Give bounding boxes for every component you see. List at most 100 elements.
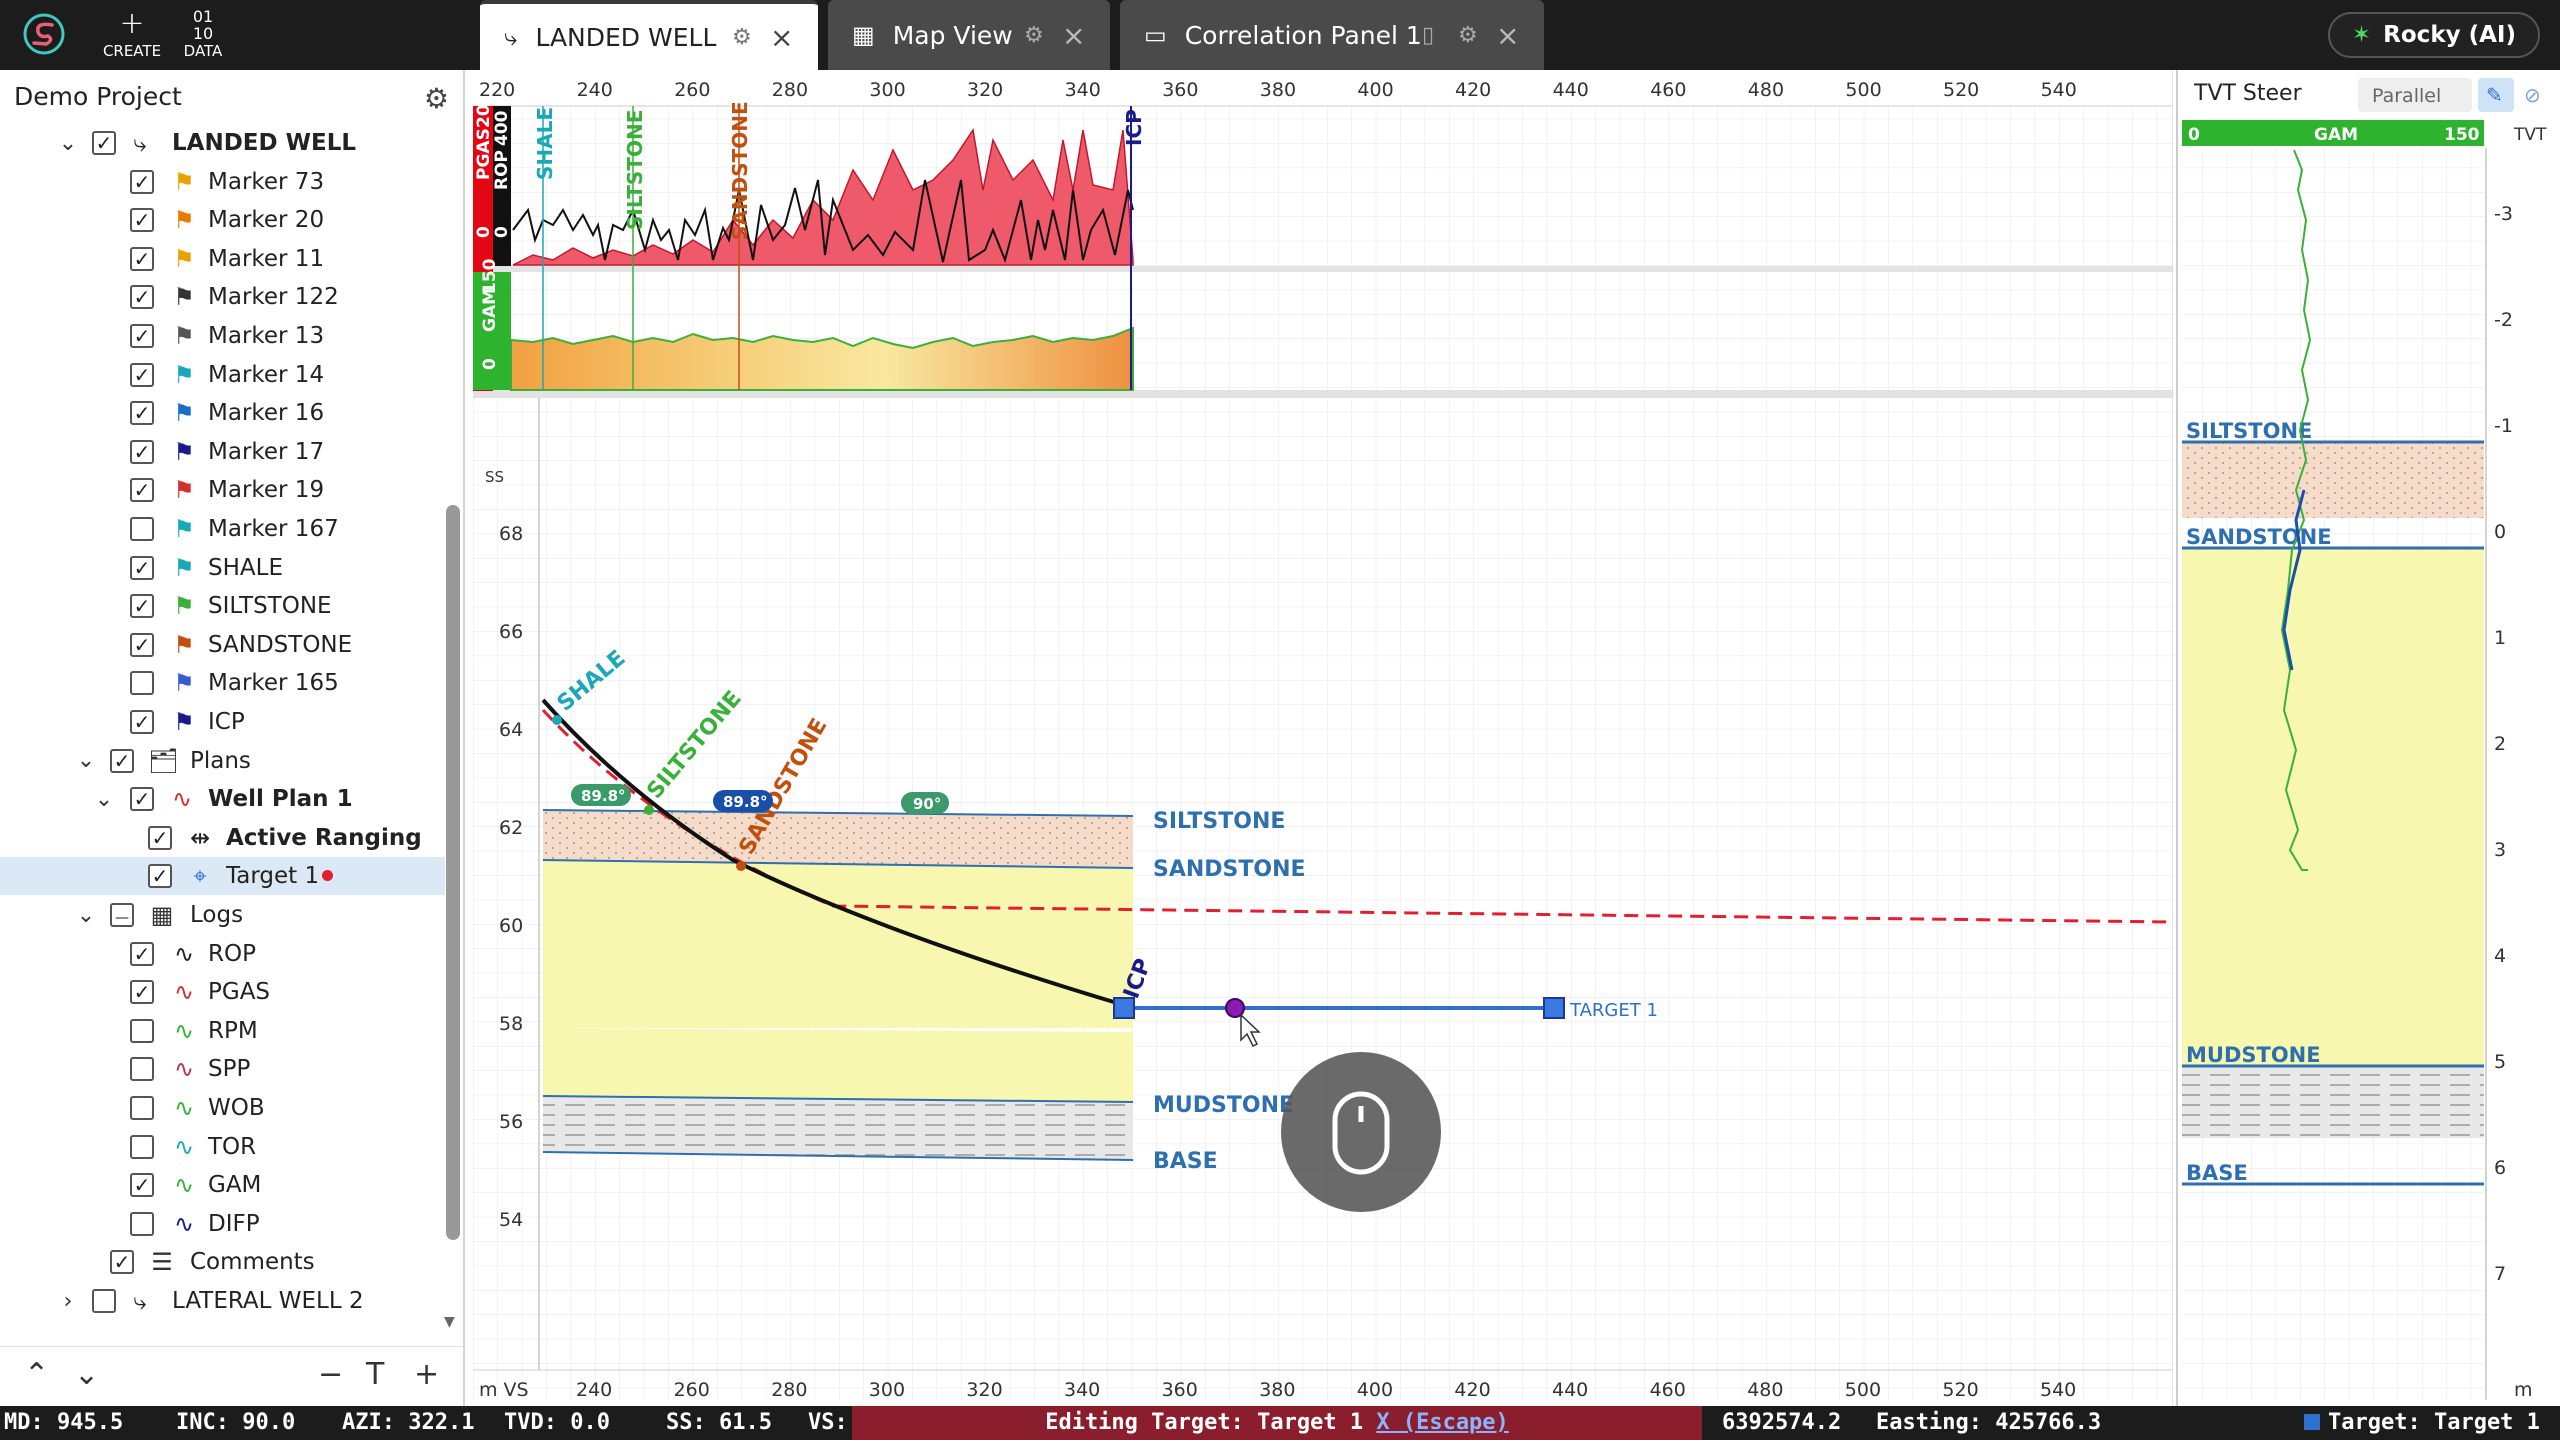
top-axis-tick: 480 [1748, 79, 1784, 101]
well-section-view[interactable]: 220 240 260 280 300 320 340 360 380 400 420 440 460 4… [473, 70, 2174, 1406]
status-md: MD: 945.5 [4, 1410, 124, 1435]
tree-item-log[interactable]: ∿ SPP [0, 1050, 445, 1088]
tree-item-log[interactable]: ∿ RPM [0, 1012, 445, 1050]
tree-item-log[interactable]: ∿ PGAS [0, 973, 445, 1011]
tree-item-plans[interactable]: ⌄ 🗂 Plans [0, 742, 445, 780]
checkbox[interactable] [130, 208, 154, 233]
minus-icon[interactable]: − [318, 1357, 343, 1392]
escape-link[interactable]: X (Escape) [1376, 1410, 1508, 1435]
tree-item-marker[interactable]: ⚑ Marker 20 [0, 201, 445, 239]
checkbox[interactable] [92, 1289, 116, 1313]
tree-item-marker[interactable]: ⚑ ICP [0, 703, 445, 741]
tree-item-log[interactable]: ∿ WOB [0, 1089, 445, 1127]
checkbox[interactable] [130, 1057, 154, 1082]
checkbox[interactable] [130, 671, 154, 696]
tree-item-marker[interactable]: ⚑ SHALE [0, 549, 445, 587]
checkbox[interactable] [130, 1018, 154, 1043]
tree-item-comments[interactable]: ☰ Comments [0, 1243, 445, 1281]
app-logo[interactable] [22, 12, 66, 56]
chevron-icon[interactable]: › [56, 1289, 80, 1314]
tree-item-lateral-well[interactable]: › ⤷ LATERAL WELL 2 [0, 1282, 445, 1320]
checkbox[interactable] [92, 131, 116, 155]
tab-settings-icon[interactable]: ⚙ [1458, 23, 1478, 48]
document-icon[interactable]: ▯ [1422, 23, 1434, 48]
tree-item-marker[interactable]: ⚑ SILTSTONE [0, 587, 445, 625]
checkbox[interactable] [130, 555, 154, 580]
tab-correlation-panel[interactable]: ▭ Correlation Panel 1 ▯ ⚙ × [1120, 0, 1544, 70]
close-icon[interactable]: × [1496, 19, 1519, 52]
target-end-handle[interactable] [1543, 997, 1565, 1019]
checkbox[interactable] [130, 594, 154, 619]
checkbox[interactable] [130, 941, 154, 966]
sidebar-scrollbar[interactable] [446, 505, 460, 1240]
checkbox[interactable] [130, 285, 154, 310]
checkbox[interactable] [130, 787, 154, 812]
checkbox[interactable] [130, 980, 154, 1005]
data-button[interactable]: 01 10 DATA [168, 6, 238, 66]
checkbox[interactable] [130, 1096, 154, 1120]
tree-item-well-plan[interactable]: ⌄ ∿ Well Plan 1 [0, 780, 445, 818]
tree-item-marker[interactable]: ⚑ SANDSTONE [0, 626, 445, 664]
checkbox[interactable] [130, 362, 154, 387]
checkbox[interactable] [130, 246, 154, 271]
tree-item-log[interactable]: ∿ TOR [0, 1128, 445, 1166]
rocky-ai-button[interactable]: ✶ Rocky (AI) [2327, 12, 2540, 58]
link-icon[interactable]: ⊘ [2524, 83, 2541, 107]
checkbox[interactable] [130, 517, 154, 541]
expand-all-icon[interactable]: ⌄ [74, 1357, 99, 1392]
checkbox[interactable] [130, 710, 154, 734]
checkbox[interactable] [130, 169, 154, 194]
tree-item-marker[interactable]: ⚑ Marker 19 [0, 471, 445, 509]
tree-item-marker[interactable]: ⚑ Marker 17 [0, 433, 445, 471]
chevron-icon[interactable]: ⌄ [74, 748, 98, 773]
checkbox[interactable] [130, 401, 154, 426]
tree-item-marker[interactable]: ⚑ Marker 14 [0, 356, 445, 394]
checkbox[interactable] [130, 478, 154, 503]
checkbox[interactable] [130, 632, 154, 657]
tab-settings-icon[interactable]: ⚙ [732, 25, 752, 50]
tab-settings-icon[interactable]: ⚙ [1024, 23, 1044, 48]
gear-icon[interactable]: ⚙ [424, 82, 449, 115]
checkbox[interactable] [130, 439, 154, 464]
section-chart[interactable]: 220 240 260 280 300 320 340 360 380 400 420 440 460 4… [473, 70, 2174, 1406]
checkbox[interactable] [130, 324, 154, 348]
tree-item-landed-well[interactable]: ⌄ ⤷ LANDED WELL [0, 124, 445, 162]
tree-item-marker[interactable]: ⚑ Marker 167 [0, 510, 445, 548]
tree-item-marker[interactable]: ⚑ Marker 122 [0, 278, 445, 316]
chevron-icon[interactable]: ⌄ [56, 131, 80, 156]
tree-item-marker[interactable]: ⚑ Marker 73 [0, 163, 445, 201]
tree-item-active-ranging[interactable]: ⇹ Active Ranging [0, 819, 445, 857]
tree-item-marker[interactable]: ⚑ Marker 16 [0, 394, 445, 432]
tab-map-view[interactable]: ▦ Map View ⚙ × [828, 0, 1110, 70]
tree-item-marker[interactable]: ⚑ Marker 165 [0, 664, 445, 702]
text-size-icon[interactable]: T [366, 1357, 384, 1392]
tree-item-target[interactable]: ⌖ Target 1 [0, 857, 445, 896]
checkbox[interactable] [110, 748, 134, 773]
checkbox[interactable] [130, 1211, 154, 1236]
checkbox[interactable] [130, 1173, 154, 1198]
target-start-handle[interactable] [1113, 997, 1135, 1019]
chevron-icon[interactable]: ⌄ [74, 903, 98, 928]
checkbox[interactable] [110, 1250, 134, 1275]
checkbox[interactable] [148, 864, 172, 889]
item-icon: ⚑ [173, 476, 195, 505]
checkbox[interactable] [148, 825, 172, 850]
close-icon[interactable]: × [1062, 19, 1085, 52]
tab-landed-well[interactable]: ⤷ LANDED WELL ⚙ × [480, 0, 818, 70]
plus-icon[interactable]: + [414, 1357, 439, 1392]
checkbox[interactable] [110, 903, 134, 927]
checkbox[interactable] [130, 1134, 154, 1159]
tree-item-log[interactable]: ∿ DIFP [0, 1205, 445, 1243]
tree-item-logs[interactable]: ⌄ ▦ Logs [0, 896, 445, 934]
chevron-icon[interactable]: ⌄ [92, 787, 116, 812]
tree-item-label: Comments [190, 1249, 315, 1276]
scroll-down-icon[interactable]: ▼ [444, 1314, 455, 1330]
tree-item-log[interactable]: ∿ ROP [0, 935, 445, 973]
tree-item-log[interactable]: ∿ GAM [0, 1166, 445, 1204]
collapse-all-icon[interactable]: ⌃ [24, 1357, 49, 1392]
tree-item-marker[interactable]: ⚑ Marker 11 [0, 240, 445, 278]
tvt-tick: 3 [2494, 839, 2506, 861]
close-icon[interactable]: × [770, 21, 793, 54]
tree-item-marker[interactable]: ⚑ Marker 13 [0, 317, 445, 355]
create-button[interactable]: + CREATE [97, 6, 167, 66]
